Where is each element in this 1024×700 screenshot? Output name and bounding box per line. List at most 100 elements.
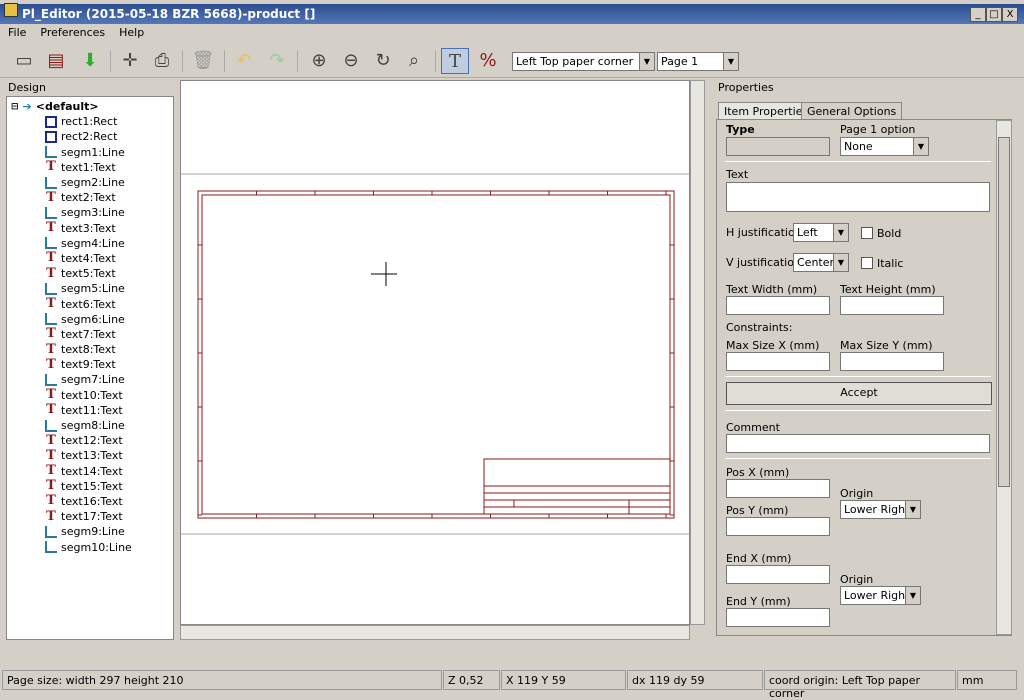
tree-item[interactable]: Ttext15:Text [7,479,173,494]
tree-item[interactable]: Ttext7:Text [7,327,173,342]
canvas-vertical-scrollbar[interactable] [690,80,705,625]
text-item-icon: T [46,326,56,342]
menu-file[interactable]: File [8,26,26,42]
zoom-out-icon[interactable]: ⊖ [337,48,365,74]
chevron-down-icon: ▼ [905,501,920,518]
title-bar: Pl_Editor (2015-05-18 BZR 5668)-product … [0,4,1024,24]
tree-item[interactable]: segm2:Line [7,175,173,190]
line-item-icon [45,373,57,386]
comment-label: Comment [726,421,780,434]
tree-item[interactable]: Ttext4:Text [7,251,173,266]
tree-item[interactable]: segm3:Line [7,205,173,220]
tree-item-label: text13:Text [61,449,123,463]
tree-item[interactable]: Ttext16:Text [7,494,173,509]
load-layout-icon[interactable]: ▤ [42,48,70,74]
status-bar: Page size: width 297 height 210 Z 0,52 X… [0,670,1024,700]
hjust-label: H justification [726,226,802,239]
origin-select[interactable]: Left Top paper corner ▼ [512,52,655,71]
tree-item[interactable]: segm7:Line [7,372,173,387]
print-icon[interactable]: ⎙ [148,48,176,74]
tree-item[interactable]: segm5:Line [7,281,173,296]
page1-select[interactable]: None ▼ [840,137,929,156]
minimize-button[interactable]: _ [970,7,986,22]
properties-header: Properties [718,81,774,94]
tree-item[interactable]: rect2:Rect [7,129,173,144]
tab-general-options[interactable]: General Options [801,102,903,120]
delete-icon[interactable]: 🗑 [189,48,217,74]
zoom-in-icon[interactable]: ⊕ [305,48,333,74]
collapse-icon[interactable]: ⊟ [11,102,19,112]
menu-preferences[interactable]: Preferences [40,26,105,42]
endx-field[interactable] [726,565,830,584]
tree-item[interactable]: Ttext1:Text [7,160,173,175]
drawing-canvas[interactable] [180,80,690,625]
tree-item[interactable]: Ttext12:Text [7,433,173,448]
tree-item[interactable]: Ttext17:Text [7,509,173,524]
zoom-fit-icon[interactable]: ⌕ [400,48,428,74]
line-item-icon [45,525,57,538]
max-x-field[interactable] [726,352,830,371]
tree-item[interactable]: segm9:Line [7,524,173,539]
tree-item-label: text14:Text [61,464,123,478]
page-settings-icon[interactable]: ✛ [116,48,144,74]
tab-item-properties[interactable]: Item Properties [718,102,815,120]
text-height-field[interactable] [840,296,944,315]
tree-item[interactable]: Ttext2:Text [7,190,173,205]
tree-item[interactable]: Ttext3:Text [7,221,173,236]
undo-icon[interactable]: ↶ [230,48,258,74]
accept-button[interactable]: Accept [726,382,992,405]
max-y-field[interactable] [840,352,944,371]
page1-value: None [844,140,873,153]
page-select[interactable]: Page 1 ▼ [657,52,739,71]
tree-item-label: text2:Text [61,191,116,205]
posy-field[interactable] [726,517,830,536]
tree-item-label: segm10:Line [61,540,132,554]
posy-label: Pos Y (mm) [726,504,789,517]
tree-item[interactable]: segm6:Line [7,312,173,327]
text-mode-icon[interactable]: T [441,48,469,74]
tree-item[interactable]: segm1:Line [7,145,173,160]
origin1-select[interactable]: Lower Right ▼ [840,500,921,519]
bold-checkbox[interactable] [861,227,873,239]
tree-item[interactable]: Ttext14:Text [7,464,173,479]
tree-item[interactable]: segm10:Line [7,539,173,554]
tree-item[interactable]: segm8:Line [7,418,173,433]
text-width-field[interactable] [726,296,830,315]
tree-item[interactable]: Ttext6:Text [7,296,173,311]
max-y-label: Max Size Y (mm) [840,339,933,352]
tree-item[interactable]: Ttext8:Text [7,342,173,357]
tree-item[interactable]: Ttext9:Text [7,357,173,372]
properties-scrollbar[interactable] [996,120,1012,635]
tree-item-label: text7:Text [61,327,116,341]
redo-icon[interactable]: ↷ [263,48,291,74]
save-icon[interactable]: ⬇ [76,48,104,74]
hjust-select[interactable]: Left ▼ [793,223,849,242]
redraw-icon[interactable]: ↻ [369,48,397,74]
text-item-icon: T [46,447,56,463]
tree-item[interactable]: Ttext13:Text [7,448,173,463]
new-page-icon[interactable]: ▭ [10,48,38,74]
maximize-button[interactable]: □ [986,7,1002,22]
comment-field[interactable] [726,434,990,453]
endy-field[interactable] [726,608,830,627]
inner-frame-rect [201,194,671,515]
tree-item[interactable]: Ttext11:Text [7,403,173,418]
app-icon [4,3,18,17]
tree-item[interactable]: Ttext5:Text [7,266,173,281]
origin2-select[interactable]: Lower Right ▼ [840,586,921,605]
vjust-select[interactable]: Center ▼ [793,253,849,272]
canvas-horizontal-scrollbar[interactable] [180,625,690,640]
text-field[interactable] [726,182,990,212]
tree-item[interactable]: segm4:Line [7,236,173,251]
tree-root[interactable]: ⊟ ➔ <default> [7,99,173,114]
tree-item-label: segm8:Line [61,419,125,433]
menu-help[interactable]: Help [119,26,144,42]
italic-checkbox[interactable] [861,257,873,269]
close-button[interactable]: X [1002,7,1018,22]
posx-field[interactable] [726,479,830,498]
tree-item-label: segm4:Line [61,236,125,250]
italic-label: Italic [877,257,904,270]
percent-mode-icon[interactable]: % [474,48,502,74]
tree-item[interactable]: rect1:Rect [7,114,173,129]
tree-item[interactable]: Ttext10:Text [7,388,173,403]
